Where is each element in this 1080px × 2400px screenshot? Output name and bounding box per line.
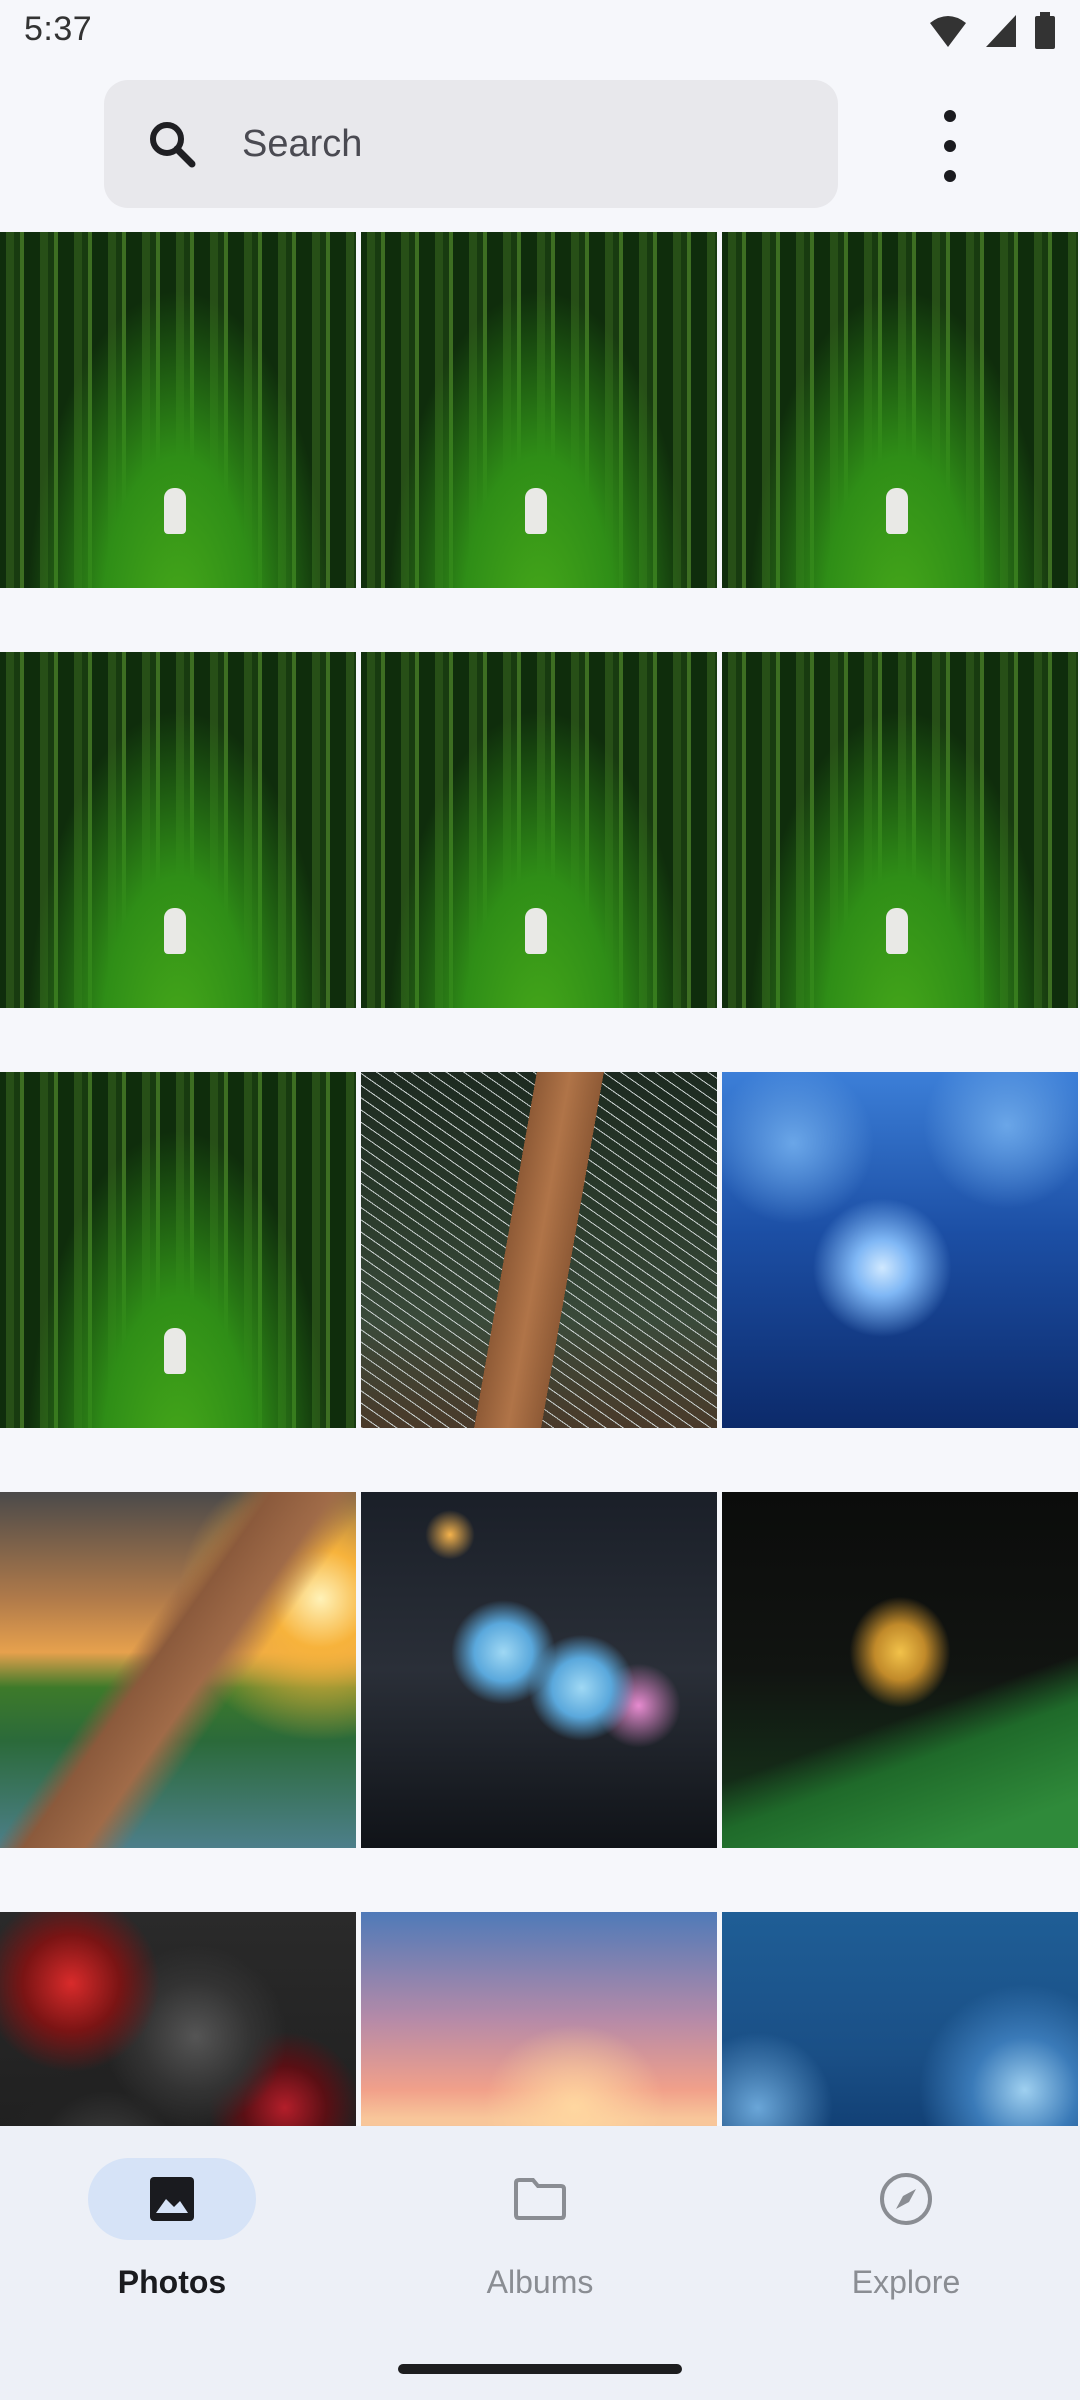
nav-icon-container xyxy=(456,2158,624,2240)
photo-sunset-dock[interactable] xyxy=(0,1492,356,1848)
photo-forest[interactable] xyxy=(722,232,1078,588)
photo-row xyxy=(0,652,1080,1008)
photo-icon xyxy=(150,2177,194,2221)
photo-row xyxy=(0,1492,1080,1848)
wifi-icon xyxy=(930,16,966,47)
photo-water-fountain[interactable] xyxy=(722,1072,1078,1428)
photo-forest[interactable] xyxy=(0,232,356,588)
signal-icon xyxy=(986,15,1016,47)
search-input[interactable] xyxy=(240,121,764,167)
status-icons xyxy=(928,12,1056,50)
nav-label-albums: Albums xyxy=(486,2264,594,2300)
status-time: 5:37 xyxy=(24,10,93,48)
nav-icon-container xyxy=(822,2158,990,2240)
nav-label-photos: Photos xyxy=(117,2264,227,2300)
photo-row xyxy=(0,1072,1080,1428)
nav-item-albums[interactable]: Albums xyxy=(410,2158,670,2301)
photo-blue-flowers[interactable] xyxy=(361,1492,717,1848)
nav-active-indicator xyxy=(88,2158,256,2240)
photo-forest[interactable] xyxy=(361,232,717,588)
battery-icon xyxy=(1035,12,1055,49)
status-bar: 5:37 xyxy=(0,0,1080,64)
gallery-screen: 5:37 Search Photos Albums Explore xyxy=(0,0,1080,2400)
home-indicator[interactable] xyxy=(398,2364,682,2374)
search-bar[interactable] xyxy=(104,80,838,208)
compass-icon xyxy=(880,2173,932,2225)
photo-hanging-bridge[interactable] xyxy=(361,1072,717,1428)
photo-forest[interactable] xyxy=(0,652,356,1008)
photo-grid xyxy=(0,232,1080,2332)
nav-item-photos[interactable]: Photos xyxy=(42,2158,302,2301)
photo-forest[interactable] xyxy=(361,652,717,1008)
folder-icon xyxy=(514,2178,566,2220)
more-options-button[interactable] xyxy=(930,110,970,182)
search-icon[interactable] xyxy=(140,112,204,176)
more-vert-icon xyxy=(944,110,956,122)
photo-forest[interactable] xyxy=(722,652,1078,1008)
bottom-navigation: Photos Albums Explore xyxy=(0,2126,1080,2400)
photo-forest[interactable] xyxy=(0,1072,356,1428)
photo-golden-ganesha[interactable] xyxy=(722,1492,1078,1848)
nav-item-explore[interactable]: Explore xyxy=(776,2158,1036,2301)
photo-row xyxy=(0,232,1080,588)
nav-label-explore: Explore xyxy=(851,2264,961,2300)
